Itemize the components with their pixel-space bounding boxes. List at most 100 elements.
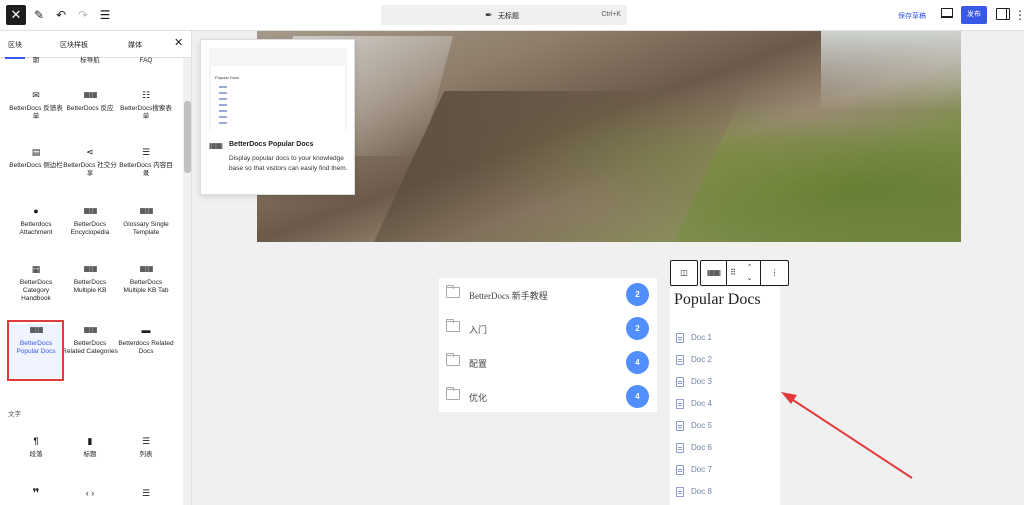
block-item-cut-1[interactable]: 期 (8, 57, 64, 65)
block-label: 期 (32, 57, 40, 64)
doc-link[interactable]: Doc 5 (676, 418, 776, 434)
block-item-quote[interactable]: ❞ (8, 487, 64, 503)
block-item-multiple-kb-tab[interactable]: ▦▦ BetterDocs Multiple KB Tab (118, 263, 174, 295)
redo-icon[interactable]: ↷ (74, 6, 92, 24)
preview-line (219, 98, 227, 100)
block-item-list[interactable]: ☰ 列表 (118, 435, 174, 459)
doc-title: Doc 8 (691, 487, 712, 496)
block-item-code[interactable]: ‹ › (62, 487, 118, 503)
document-overview-icon[interactable]: ☰ (96, 6, 114, 24)
section-label-text: 文字 (8, 411, 21, 418)
handbook-icon: ▦ (31, 264, 41, 274)
settings-panel-icon[interactable] (996, 8, 1010, 20)
document-title: 无标题 (498, 13, 519, 20)
drag-handle-icon[interactable]: ⠿ (727, 261, 739, 285)
block-item-details[interactable]: ☰ (118, 487, 174, 503)
cover-image-mountains[interactable] (257, 31, 961, 242)
category-list-block[interactable]: BetterDocs 新手教程 2 入门 2 配置 4 优化 4 (439, 278, 657, 412)
close-icon[interactable]: ✕ (6, 5, 26, 25)
pencil-icon[interactable]: ✎ (30, 6, 48, 24)
block-item-encyclopedia[interactable]: ▦▦ BetterDocs Encyclopedia (62, 205, 118, 237)
close-inserter-icon[interactable]: ✕ (174, 36, 183, 49)
doc-title: Doc 2 (691, 355, 712, 364)
block-item-sidebar[interactable]: ▤ BetterDocs 侧边栏 (8, 146, 64, 170)
block-type-icon[interactable]: ▦▦ (701, 261, 727, 285)
block-item-feedback-form[interactable]: ✉ BetterDocs 反馈表单 (8, 89, 64, 121)
doc-link[interactable]: Doc 7 (676, 462, 776, 478)
doc-link[interactable]: Doc 8 (676, 484, 776, 500)
document-icon (676, 465, 684, 475)
doc-link[interactable]: Doc 1 (676, 330, 776, 346)
block-item-toc[interactable]: ☰ BetterDocs 内容目录 (118, 146, 174, 178)
doc-title: Doc 1 (691, 333, 712, 342)
doc-link[interactable]: Doc 4 (676, 396, 776, 412)
details-icon: ☰ (141, 488, 151, 498)
options-menu-icon[interactable]: ⋮ (1014, 6, 1024, 24)
preview-line (219, 104, 227, 106)
popular-docs-block[interactable]: Popular Docs Doc 1 Doc 2 Doc 3 Doc 4 Doc… (670, 287, 780, 505)
block-item-category-handbook[interactable]: ▦ BetterDocs Category Handbook (8, 263, 64, 303)
block-toolbar: ▦▦ ⠿ ⌃ ⌄ ⋮ (700, 260, 789, 286)
tab-blocks[interactable]: 区块 (5, 40, 25, 59)
command-palette-bar[interactable]: ✒ 无标题 Ctrl+K (381, 5, 627, 25)
category-row[interactable]: 配置 4 (439, 346, 657, 380)
grid-icon: ▦▦ (83, 325, 97, 334)
list-icon: ☰ (141, 436, 151, 446)
block-item-multiple-kb[interactable]: ▦▦ BetterDocs Multiple KB (62, 263, 118, 295)
block-item-glossary[interactable]: ▦▦ Glossary Single Template (118, 205, 174, 237)
share-icon: ⋖ (86, 147, 94, 157)
preview-line (219, 122, 227, 124)
select-parent-icon[interactable]: ◫ (671, 261, 697, 285)
category-row[interactable]: 优化 4 (439, 380, 657, 414)
block-label: Glossary Single Template (123, 221, 169, 236)
category-name: 优化 (469, 393, 488, 403)
preview-block-description: Display popular docs to your knowledge b… (229, 155, 348, 172)
block-item-social-share[interactable]: ⋖ BetterDocs 社交分享 (62, 146, 118, 178)
block-label: Betterdocs Attachment (19, 221, 53, 236)
block-item-reactions[interactable]: ▦▦ BetterDocs 反应 (62, 89, 118, 113)
block-item-cut-2[interactable]: 标导航 (62, 57, 118, 65)
count-badge: 2 (626, 317, 649, 340)
tab-patterns[interactable]: 区块样板 (60, 40, 88, 50)
block-item-attachment[interactable]: ● Betterdocs Attachment (8, 205, 64, 237)
tab-media[interactable]: 媒体 (128, 40, 142, 50)
doc-link[interactable]: Doc 6 (676, 440, 776, 456)
block-toolbar-parent: ◫ (670, 260, 698, 286)
block-item-cut-3[interactable]: FAQ (118, 57, 174, 65)
block-item-search-form[interactable]: ☷ BetterDocs搜索表单 (118, 89, 174, 121)
preview-laptop-icon[interactable] (941, 8, 953, 18)
bookmark-icon: ▮ (87, 436, 93, 446)
block-label: 段落 (29, 451, 43, 458)
category-row[interactable]: BetterDocs 新手教程 2 (439, 278, 657, 312)
block-item-related-docs[interactable]: ▬ Betterdocs Related Docs (118, 324, 174, 356)
block-options-icon[interactable]: ⋮ (761, 261, 788, 285)
block-label: FAQ (139, 57, 153, 64)
grid-icon: ▦▦ (139, 206, 153, 215)
block-item-paragraph[interactable]: ¶ 段落 (8, 435, 64, 459)
doc-title: Doc 7 (691, 465, 712, 474)
document-icon (676, 399, 684, 409)
undo-icon[interactable]: ↶ (52, 6, 70, 24)
doc-link[interactable]: Doc 2 (676, 352, 776, 368)
popular-docs-title: Popular Docs (674, 291, 761, 308)
toc-icon: ☰ (141, 147, 151, 157)
block-label: BetterDocs搜索表单 (120, 105, 172, 120)
save-draft-button[interactable]: 保存草稿 (898, 11, 926, 21)
image-sky-area (821, 31, 961, 111)
block-label: BetterDocs 社交分享 (63, 162, 117, 177)
block-label: BetterDocs Multiple KB (73, 279, 107, 294)
block-item-heading[interactable]: ▮ 标题 (62, 435, 118, 459)
move-up-down-icon[interactable]: ⌃ ⌄ (739, 261, 761, 285)
sidebar-scrollbar-thumb[interactable] (184, 101, 191, 173)
category-row[interactable]: 入门 2 (439, 312, 657, 346)
block-label: BetterDocs 侧边栏 (9, 162, 63, 169)
block-label: BetterDocs 内容目录 (119, 162, 173, 177)
related-docs-icon: ▬ (141, 325, 151, 335)
document-icon (676, 355, 684, 365)
block-label: BetterDocs Category Handbook (19, 279, 53, 302)
doc-link[interactable]: Doc 3 (676, 374, 776, 390)
document-icon (676, 421, 684, 431)
publish-button[interactable]: 发布 (961, 6, 987, 24)
category-name: 入门 (469, 325, 488, 335)
block-item-related-categories[interactable]: ▦▦ BetterDocs Related Categories (62, 324, 118, 356)
